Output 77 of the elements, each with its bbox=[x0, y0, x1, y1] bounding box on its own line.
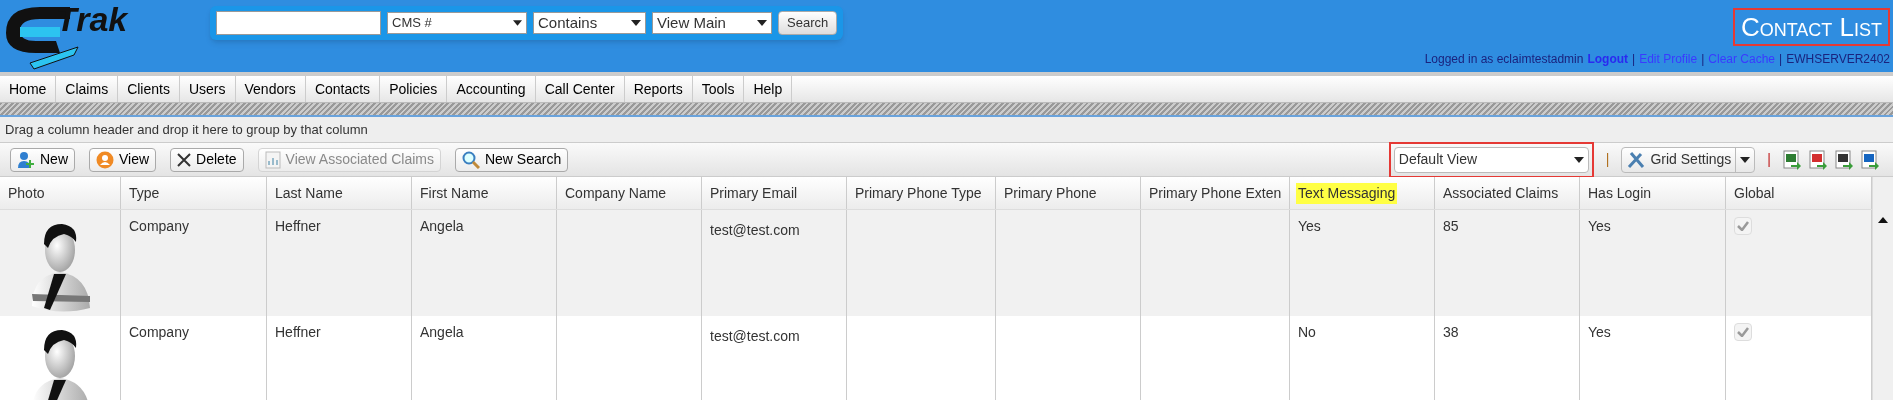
column-header[interactable]: Type bbox=[127, 182, 162, 204]
checkmark-icon bbox=[1737, 327, 1749, 337]
word-export-icon[interactable] bbox=[1861, 149, 1879, 170]
column-header[interactable]: Associated Claims bbox=[1441, 182, 1561, 204]
separator-text: | bbox=[1701, 51, 1705, 68]
column-header[interactable]: Company Name bbox=[563, 182, 669, 204]
user-circle-icon bbox=[96, 150, 114, 169]
page-title: Contact List bbox=[1732, 8, 1890, 46]
caret-icon bbox=[513, 20, 522, 26]
column-header[interactable]: Primary Phone bbox=[1002, 182, 1099, 204]
add-user-icon bbox=[17, 150, 35, 169]
menu-item[interactable]: Policies bbox=[380, 76, 448, 102]
column-header[interactable]: First Name bbox=[418, 182, 491, 204]
match-select[interactable]: Contains bbox=[533, 12, 646, 34]
separator-text: | bbox=[1605, 150, 1610, 169]
search-icon bbox=[461, 150, 480, 169]
text-messaging-cell: Yes bbox=[1298, 218, 1321, 234]
menu-item[interactable]: Vendors bbox=[235, 76, 306, 102]
column-header[interactable]: Photo bbox=[6, 182, 47, 204]
menu-item[interactable]: Help bbox=[744, 76, 793, 102]
search-button[interactable]: New Search bbox=[454, 147, 569, 172]
caret-icon bbox=[631, 20, 641, 26]
new-button[interactable]: New bbox=[10, 147, 75, 172]
search-field[interactable] bbox=[216, 11, 381, 35]
menu-item[interactable]: Contacts bbox=[305, 76, 381, 102]
menu-item[interactable]: Claims bbox=[56, 76, 119, 102]
menu-item[interactable]: Reports bbox=[624, 76, 693, 102]
claims-count-cell: 38 bbox=[1443, 324, 1459, 340]
group-panel-text: Drag a column header and drop it here to group by that column bbox=[5, 120, 368, 139]
user-info-text: EWHSERVER2402 bbox=[1786, 51, 1890, 68]
column-header[interactable]: Last Name bbox=[273, 182, 345, 204]
separator-text: | bbox=[1779, 51, 1783, 68]
type-cell: Company bbox=[129, 324, 189, 340]
claims-count-cell: 85 bbox=[1443, 218, 1459, 234]
first-name-cell: Angela bbox=[420, 324, 464, 340]
checkmark-icon bbox=[1737, 221, 1749, 231]
has-login-cell: Yes bbox=[1588, 324, 1611, 340]
document-chart-icon bbox=[264, 150, 281, 169]
menu-item[interactable]: Clients bbox=[118, 76, 180, 102]
caret-icon bbox=[1573, 156, 1584, 163]
search-button[interactable]: Search bbox=[778, 11, 838, 35]
email-cell-text: test@test.com bbox=[710, 221, 801, 240]
column-header[interactable]: Global bbox=[1732, 182, 1777, 204]
excel-export-icon[interactable] bbox=[1783, 149, 1801, 170]
column-header[interactable]: Has Login bbox=[1586, 182, 1654, 204]
user-info-text: Logged in as eclaimtestadmin bbox=[1424, 51, 1584, 68]
table-row[interactable]: Company Heffner Angela test@test.com Yes 85 Yes bbox=[0, 210, 1872, 316]
column-header[interactable]: Primary Phone Exten bbox=[1147, 182, 1284, 204]
caret-icon bbox=[1740, 156, 1751, 163]
csv-export-icon[interactable] bbox=[1835, 149, 1853, 170]
column-header[interactable]: Primary Phone Type bbox=[853, 182, 984, 204]
view-button[interactable]: View bbox=[89, 147, 157, 172]
email-cell-text: test@test.com bbox=[710, 327, 801, 346]
type-cell: Company bbox=[129, 218, 189, 234]
menu-item[interactable]: Users bbox=[179, 76, 236, 102]
pdf-export-icon[interactable] bbox=[1809, 149, 1827, 170]
menu-item[interactable]: Tools bbox=[692, 76, 745, 102]
first-name-cell: Angela bbox=[420, 218, 464, 234]
separator-text: | bbox=[1632, 51, 1636, 68]
grid-settings-button[interactable]: Grid Settings bbox=[1621, 146, 1756, 173]
caret-icon bbox=[757, 20, 767, 26]
last-name-cell: Heffner bbox=[275, 324, 321, 340]
view-select[interactable]: View Main bbox=[652, 12, 772, 34]
menu-item[interactable]: Home bbox=[0, 76, 57, 102]
menu-item[interactable]: Accounting bbox=[447, 76, 536, 102]
view-dropdown[interactable]: Default View bbox=[1393, 146, 1589, 173]
scroll-up-icon[interactable] bbox=[1878, 217, 1888, 223]
text-messaging-cell: No bbox=[1298, 324, 1316, 340]
menu-item[interactable]: Call Center bbox=[535, 76, 625, 102]
separator-text: | bbox=[1767, 150, 1771, 169]
column-header[interactable]: Primary Email bbox=[708, 182, 800, 204]
field-select[interactable]: CMS # bbox=[387, 12, 527, 34]
delete-button[interactable]: Delete bbox=[170, 147, 244, 172]
close-icon bbox=[177, 152, 192, 167]
column-header[interactable]: Text Messaging bbox=[1296, 182, 1398, 204]
has-login-cell: Yes bbox=[1588, 218, 1611, 234]
last-name-cell: Heffner bbox=[275, 218, 321, 234]
